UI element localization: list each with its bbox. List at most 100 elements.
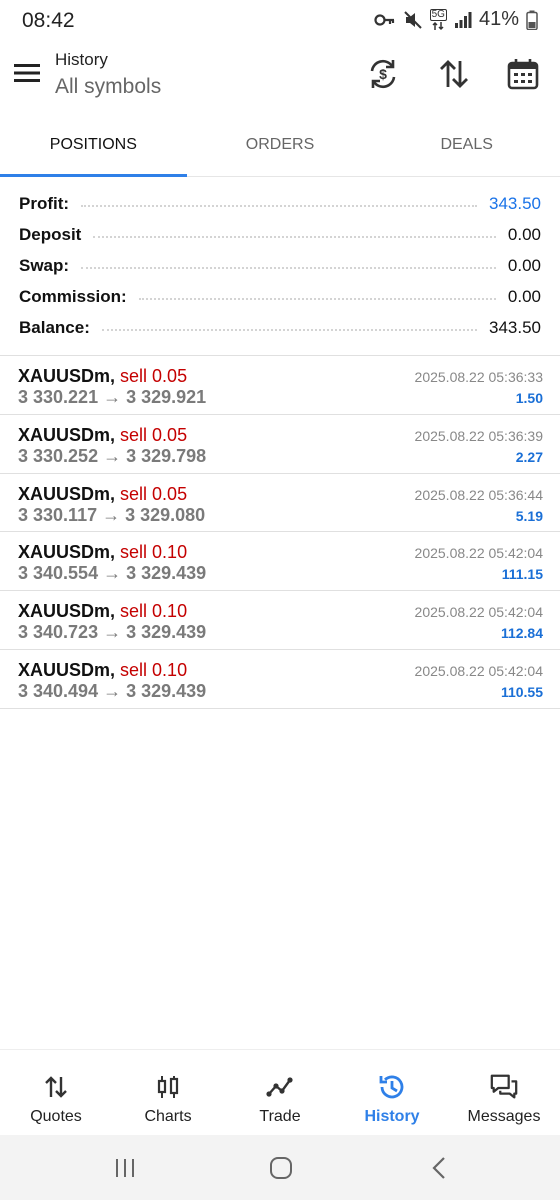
back-icon bbox=[432, 1157, 445, 1179]
nav-trade[interactable]: Trade bbox=[224, 1050, 336, 1135]
battery-icon bbox=[526, 10, 538, 30]
balance-value: 343.50 bbox=[489, 317, 541, 337]
nav-charts[interactable]: Charts bbox=[112, 1050, 224, 1135]
position-prices: 3 340.494 → 3 329.439 bbox=[18, 680, 207, 701]
tab-positions[interactable]: POSITIONS bbox=[0, 118, 187, 177]
trade-icon bbox=[265, 1072, 295, 1102]
nav-trade-label: Trade bbox=[259, 1108, 301, 1125]
position-time: 2025.08.22 05:42:04 bbox=[414, 545, 543, 562]
position-time: 2025.08.22 05:36:33 bbox=[414, 369, 543, 385]
history-icon bbox=[377, 1072, 407, 1102]
summary-balance-row: Balance: 343.50 bbox=[0, 312, 560, 343]
status-icons: 5G 41% bbox=[374, 8, 538, 31]
position-prices: 3 340.723 → 3 329.439 bbox=[18, 622, 207, 643]
menu-icon bbox=[14, 64, 40, 82]
tab-deals[interactable]: DEALS bbox=[373, 118, 560, 176]
list-item[interactable]: XAUUSDm, sell 0.10 3 340.554 → 3 329.439… bbox=[0, 532, 560, 592]
symbol-text: XAUUSDm, bbox=[18, 542, 116, 563]
position-profit: 1.50 bbox=[515, 390, 543, 406]
position-prices: 3 330.221 → 3 329.921 bbox=[18, 387, 207, 407]
page-title: History bbox=[55, 50, 108, 69]
positions-list: XAUUSDm, sell 0.05 3 330.221 → 3 329.921… bbox=[0, 356, 560, 709]
quotes-icon bbox=[41, 1072, 71, 1102]
system-navigation-bar bbox=[0, 1135, 560, 1200]
list-item[interactable]: XAUUSDm, sell 0.05 3 330.221 → 3 329.921… bbox=[0, 356, 560, 415]
symbol-filter[interactable]: All symbols bbox=[55, 75, 161, 99]
position-symbol: XAUUSDm, sell 0.05 bbox=[18, 425, 187, 446]
history-tabs: POSITIONS ORDERS DEALS bbox=[0, 118, 560, 177]
commission-value: 0.00 bbox=[507, 286, 541, 306]
position-side: sell 0.10 bbox=[120, 542, 188, 563]
messages-icon bbox=[489, 1072, 519, 1102]
position-side: sell 0.10 bbox=[120, 601, 188, 622]
bottom-navigation: Quotes Charts Trade History Messages bbox=[0, 1049, 560, 1135]
position-symbol: XAUUSDm, sell 0.05 bbox=[18, 484, 187, 505]
calendar-icon bbox=[507, 59, 539, 90]
home-button[interactable] bbox=[266, 1155, 296, 1181]
charts-icon bbox=[153, 1072, 183, 1102]
nav-charts-label: Charts bbox=[144, 1108, 192, 1125]
symbol-text: XAUUSDm, bbox=[18, 483, 116, 504]
symbol-text: XAUUSDm, bbox=[18, 424, 116, 445]
swap-label: Swap: bbox=[19, 255, 70, 275]
position-symbol: XAUUSDm, sell 0.05 bbox=[18, 366, 187, 387]
summary-panel: Profit: 343.50 Deposit 0.00 Swap: 0.00 C… bbox=[0, 188, 560, 343]
nav-history-label: History bbox=[364, 1108, 420, 1125]
position-symbol: XAUUSDm, sell 0.10 bbox=[18, 601, 187, 622]
mute-icon bbox=[403, 10, 423, 30]
symbol-text: XAUUSDm, bbox=[18, 601, 116, 622]
currency-exchange-icon: $ bbox=[370, 59, 396, 89]
position-side: sell 0.05 bbox=[120, 366, 188, 386]
swap-value: 0.00 bbox=[507, 255, 541, 275]
network-label: 5G bbox=[429, 8, 447, 21]
status-time: 08:42 bbox=[22, 9, 75, 32]
position-time: 2025.08.22 05:36:39 bbox=[414, 427, 543, 444]
position-profit: 5.19 bbox=[515, 507, 543, 524]
position-side: sell 0.05 bbox=[120, 424, 188, 445]
nav-quotes[interactable]: Quotes bbox=[0, 1050, 112, 1135]
commission-label: Commission: bbox=[19, 286, 127, 306]
position-prices: 3 330.252 → 3 329.798 bbox=[18, 445, 207, 466]
position-time: 2025.08.22 05:42:04 bbox=[414, 604, 543, 621]
network-5g-icon: 5G bbox=[429, 8, 447, 31]
deposit-label: Deposit bbox=[19, 224, 82, 244]
position-prices: 3 330.117 → 3 329.080 bbox=[18, 504, 206, 525]
back-button[interactable] bbox=[424, 1155, 454, 1181]
signal-icon bbox=[454, 11, 472, 29]
nav-messages[interactable]: Messages bbox=[448, 1050, 560, 1135]
position-profit: 110.55 bbox=[500, 683, 543, 700]
position-time: 2025.08.22 05:42:04 bbox=[414, 662, 543, 679]
key-icon bbox=[374, 13, 396, 27]
position-profit: 112.84 bbox=[500, 625, 543, 642]
recent-apps-button[interactable] bbox=[110, 1155, 140, 1181]
nav-history[interactable]: History bbox=[336, 1050, 448, 1135]
recent-apps-icon bbox=[116, 1159, 134, 1177]
summary-swap-row: Swap: 0.00 bbox=[0, 250, 560, 281]
summary-profit-row: Profit: 343.50 bbox=[0, 188, 560, 219]
app-header: History All symbols $ bbox=[0, 42, 560, 118]
position-symbol: XAUUSDm, sell 0.10 bbox=[18, 542, 187, 563]
calendar-button[interactable] bbox=[503, 54, 543, 94]
profit-value: 343.50 bbox=[489, 193, 541, 213]
profit-label: Profit: bbox=[19, 193, 70, 213]
list-item[interactable]: XAUUSDm, sell 0.10 3 340.494 → 3 329.439… bbox=[0, 650, 560, 709]
list-item[interactable]: XAUUSDm, sell 0.05 3 330.252 → 3 329.798… bbox=[0, 415, 560, 474]
tab-orders[interactable]: ORDERS bbox=[187, 118, 374, 176]
sort-button[interactable] bbox=[434, 54, 474, 94]
sort-icon bbox=[440, 60, 468, 88]
list-item[interactable]: XAUUSDm, sell 0.05 3 330.117 → 3 329.080… bbox=[0, 474, 560, 533]
list-item[interactable]: XAUUSDm, sell 0.10 3 340.723 → 3 329.439… bbox=[0, 591, 560, 650]
position-time: 2025.08.22 05:36:44 bbox=[414, 486, 543, 503]
nav-quotes-label: Quotes bbox=[30, 1108, 82, 1125]
nav-messages-label: Messages bbox=[467, 1108, 541, 1125]
dotted-leader bbox=[81, 204, 477, 207]
currency-exchange-button[interactable]: $ bbox=[363, 54, 403, 94]
summary-commission-row: Commission: 0.00 bbox=[0, 281, 560, 312]
position-side: sell 0.10 bbox=[120, 659, 188, 680]
position-side: sell 0.05 bbox=[120, 483, 188, 504]
home-icon bbox=[270, 1157, 292, 1179]
status-bar: 08:42 5G 41% bbox=[0, 0, 560, 42]
menu-button[interactable] bbox=[12, 58, 44, 90]
position-profit: 111.15 bbox=[501, 566, 543, 583]
svg-text:$: $ bbox=[379, 66, 387, 82]
